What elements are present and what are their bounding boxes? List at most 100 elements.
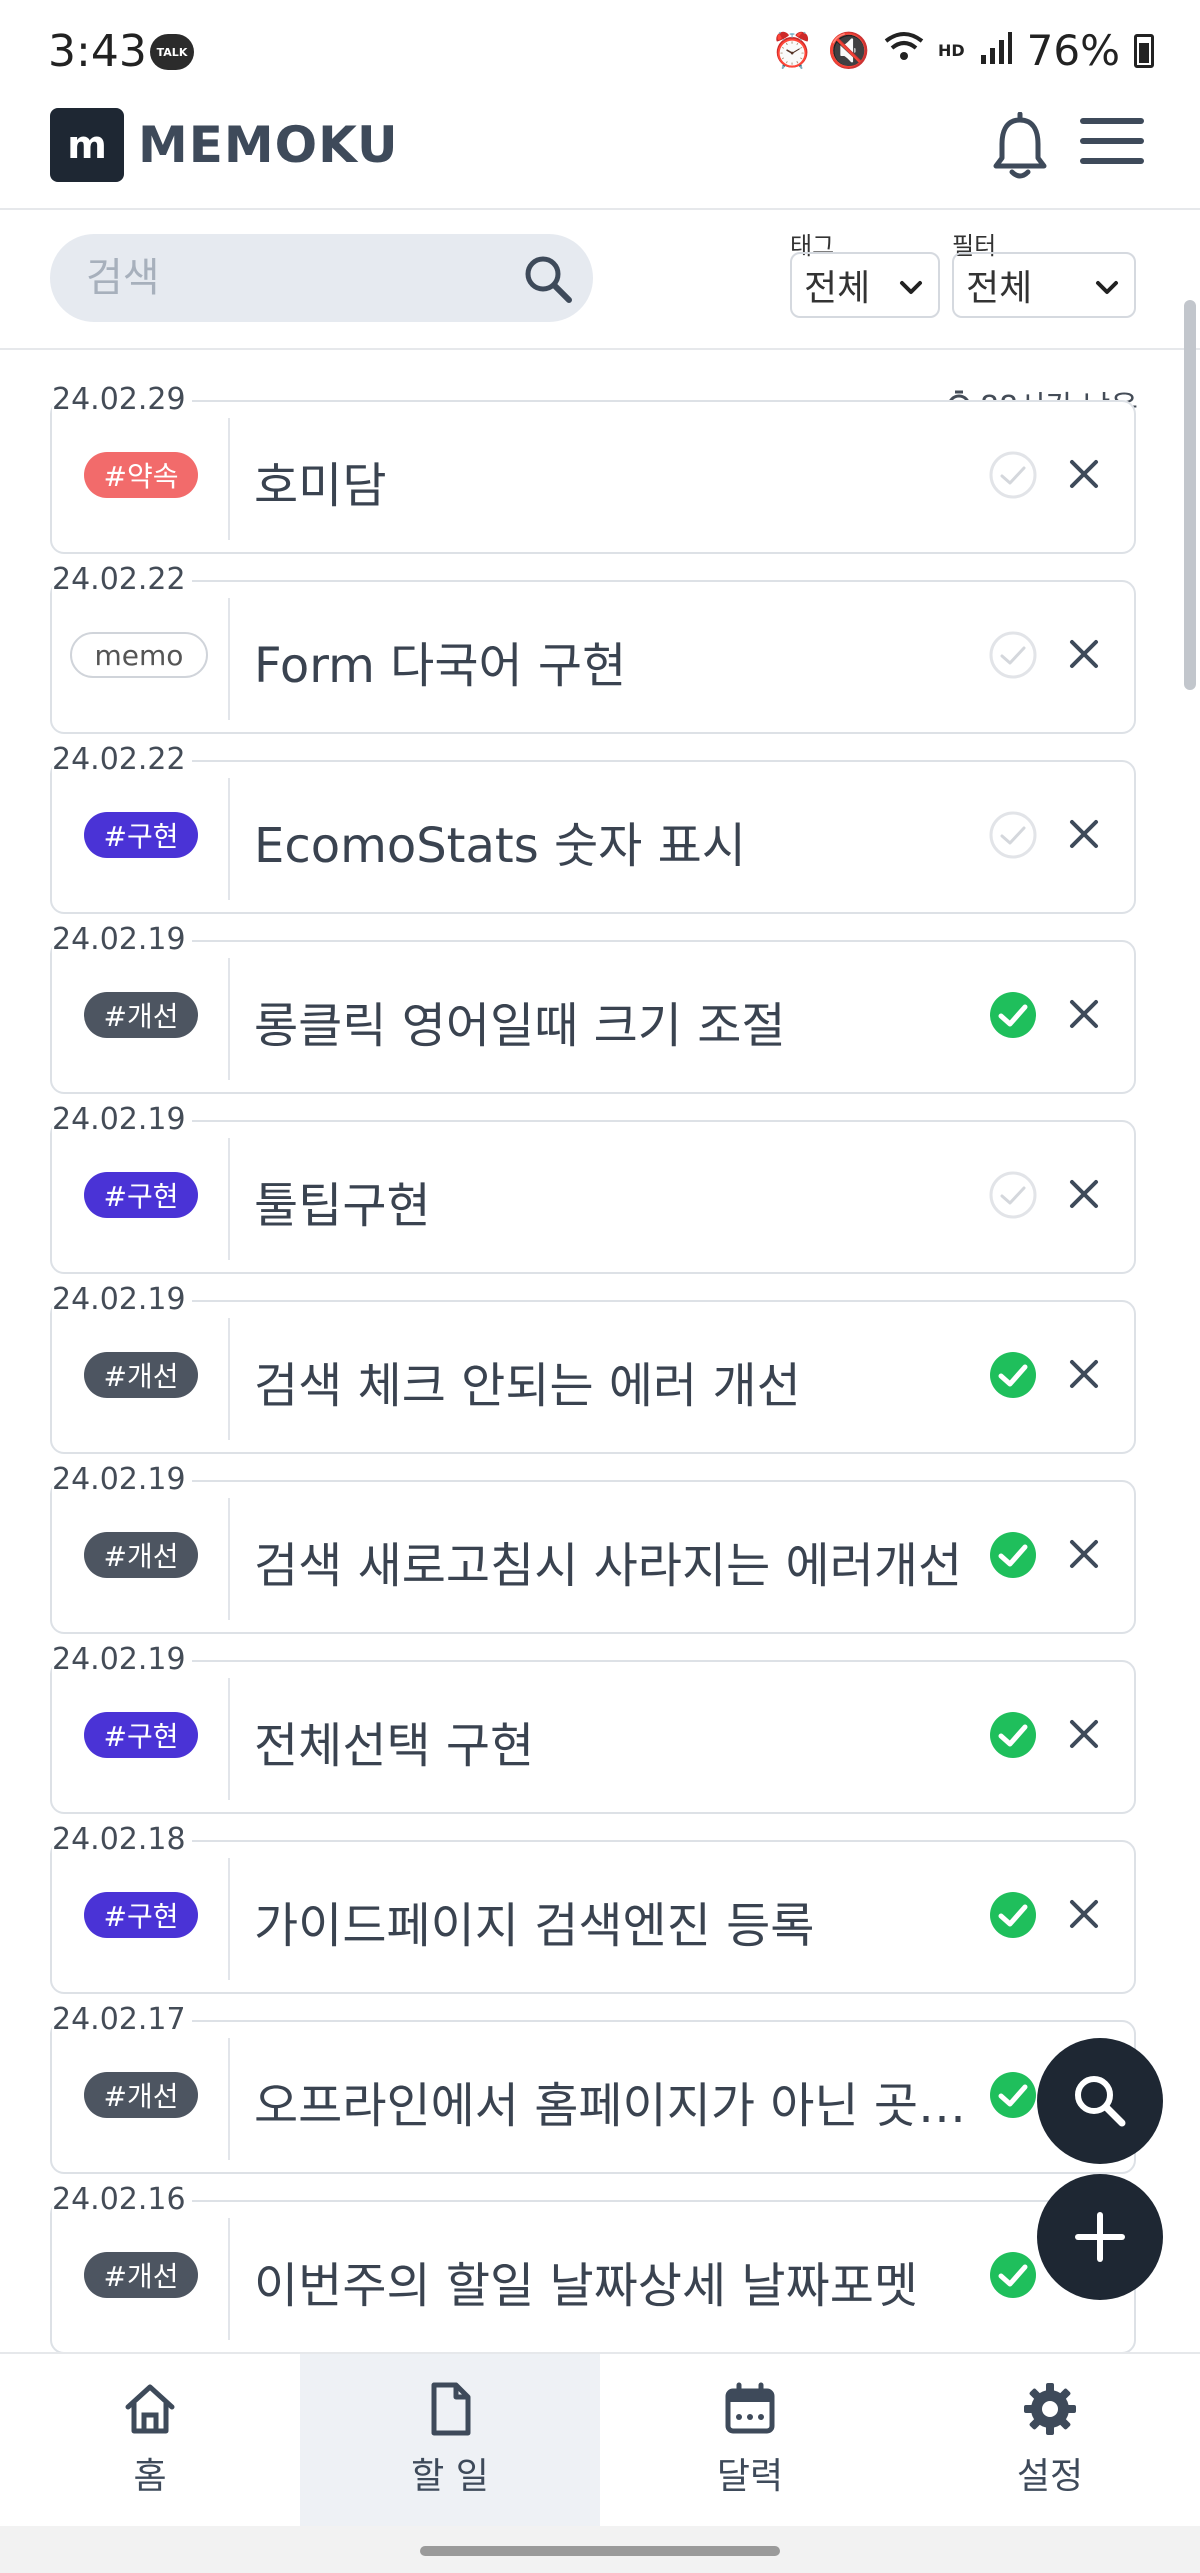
- search-icon[interactable]: [521, 252, 575, 306]
- tag-badge[interactable]: #구현: [84, 1172, 198, 1218]
- search-box[interactable]: [50, 234, 593, 322]
- todo-card[interactable]: #개선 이번주의 할일 날짜상세 날짜포멧: [50, 2200, 1136, 2352]
- home-gesture-bar[interactable]: [420, 2546, 780, 2556]
- todo-item: 24.02.22 memo Form 다국어 구현: [0, 532, 1200, 734]
- close-icon[interactable]: [1064, 814, 1104, 854]
- search-input[interactable]: [86, 250, 506, 306]
- bell-icon[interactable]: [990, 111, 1050, 182]
- checked-circle-icon[interactable]: [986, 1348, 1040, 1402]
- todo-card[interactable]: #개선 검색 체크 안되는 에러 개선: [50, 1300, 1136, 1454]
- close-icon[interactable]: [1064, 634, 1104, 674]
- todo-list: 24.02.2988시간 남음#약속호미담24.02.22memoForm 다국…: [0, 352, 1200, 2352]
- close-icon[interactable]: [1064, 1174, 1104, 1214]
- status-filter-value: 전체: [966, 268, 1033, 309]
- checked-circle-icon[interactable]: [986, 988, 1040, 1042]
- todo-card[interactable]: #구현 가이드페이지 검색엔진 등록: [50, 1840, 1136, 1994]
- unchecked-circle-icon[interactable]: [986, 448, 1040, 502]
- checked-circle-icon[interactable]: [986, 1528, 1040, 1582]
- nav-home[interactable]: 홈: [0, 2354, 300, 2526]
- status-time: 3:43: [48, 26, 147, 77]
- divider: [228, 2038, 230, 2160]
- checked-circle-icon[interactable]: [986, 2248, 1040, 2302]
- divider: [228, 1318, 230, 1440]
- tag-badge[interactable]: memo: [70, 632, 208, 678]
- unchecked-circle-icon[interactable]: [986, 1168, 1040, 1222]
- todo-title[interactable]: 툴팁구현: [254, 1166, 1034, 1236]
- tag-badge[interactable]: #구현: [84, 1712, 198, 1758]
- status-bar: 3:43 TALK ⏰ 🔇 HD 76%: [0, 0, 1200, 100]
- nav-todo[interactable]: 할 일: [300, 2354, 600, 2526]
- checked-circle-icon[interactable]: [986, 1888, 1040, 1942]
- todo-card[interactable]: #약속 호미담: [50, 400, 1136, 554]
- close-icon[interactable]: [1064, 1354, 1104, 1394]
- todo-date: 24.02.22: [52, 742, 192, 777]
- close-icon[interactable]: [1064, 1534, 1104, 1574]
- close-icon[interactable]: [1064, 994, 1104, 1034]
- divider: [228, 418, 230, 540]
- todo-title[interactable]: 호미담: [254, 446, 1034, 516]
- nav-settings-label: 설정: [1016, 2456, 1084, 2497]
- hamburger-menu-icon[interactable]: [1080, 118, 1144, 174]
- todo-card[interactable]: #구현 툴팁구현: [50, 1120, 1136, 1274]
- tag-badge[interactable]: #구현: [84, 812, 198, 858]
- unchecked-circle-icon[interactable]: [986, 628, 1040, 682]
- todo-item: 24.02.19 #개선 검색 새로고침시 사라지는 에러개선: [0, 1432, 1200, 1634]
- todo-card[interactable]: #개선 오프라인에서 홈페이지가 아닌 곳…: [50, 2020, 1136, 2174]
- todo-card[interactable]: memo Form 다국어 구현: [50, 580, 1136, 734]
- checked-circle-icon[interactable]: [986, 2068, 1040, 2122]
- todo-title[interactable]: 가이드페이지 검색엔진 등록: [254, 1886, 1034, 1956]
- close-icon[interactable]: [1064, 454, 1104, 494]
- nav-calendar-label: 달력: [716, 2456, 784, 2497]
- tag-badge[interactable]: #개선: [84, 2072, 198, 2118]
- search-icon: [1075, 2076, 1126, 2127]
- close-icon[interactable]: [1064, 1714, 1104, 1754]
- divider: [228, 1138, 230, 1260]
- todo-date: 24.02.19: [52, 922, 192, 957]
- calendar-icon: [725, 2382, 775, 2434]
- alarm-icon: ⏰: [771, 30, 814, 71]
- todo-item: 24.02.16 #개선 이번주의 할일 날짜상세 날짜포멧: [0, 2152, 1200, 2352]
- todo-card[interactable]: #구현 전체선택 구현: [50, 1660, 1136, 1814]
- nav-calendar[interactable]: 달력: [600, 2354, 900, 2526]
- todo-title[interactable]: 검색 새로고침시 사라지는 에러개선: [254, 1526, 1034, 1596]
- app-header: m MEMOKU: [0, 100, 1200, 210]
- todo-card[interactable]: #구현 EcomoStats 숫자 표시: [50, 760, 1136, 914]
- tag-badge[interactable]: #약속: [84, 452, 198, 498]
- checked-circle-icon[interactable]: [986, 1708, 1040, 1762]
- kakaotalk-icon: TALK: [150, 34, 194, 70]
- todo-title[interactable]: 이번주의 할일 날짜상세 날짜포멧: [254, 2246, 1034, 2316]
- app-name[interactable]: MEMOKU: [138, 116, 399, 174]
- divider: [228, 958, 230, 1080]
- divider: [228, 598, 230, 720]
- bottom-nav: 홈 할 일 달력 설정: [0, 2352, 1200, 2526]
- tag-badge[interactable]: #개선: [84, 1532, 198, 1578]
- todo-card[interactable]: #개선 롱클릭 영어일때 크기 조절: [50, 940, 1136, 1094]
- nav-settings[interactable]: 설정: [900, 2354, 1200, 2526]
- divider: [228, 1858, 230, 1980]
- home-icon: [125, 2384, 175, 2434]
- todo-title[interactable]: 전체선택 구현: [254, 1706, 1034, 1776]
- todo-title[interactable]: 검색 체크 안되는 에러 개선: [254, 1346, 1034, 1416]
- status-filter-select[interactable]: 전체: [952, 252, 1136, 318]
- todo-item: 24.02.19 #개선 검색 체크 안되는 에러 개선: [0, 1252, 1200, 1454]
- chevron-down-icon: [900, 281, 922, 294]
- app-logo[interactable]: m: [50, 108, 124, 182]
- close-icon[interactable]: [1064, 1894, 1104, 1934]
- todo-title[interactable]: EcomoStats 숫자 표시: [254, 806, 1034, 876]
- todo-title[interactable]: 롱클릭 영어일때 크기 조절: [254, 986, 1034, 1056]
- todo-title[interactable]: 오프라인에서 홈페이지가 아닌 곳…: [254, 2066, 1034, 2136]
- scrollbar[interactable]: [1184, 300, 1196, 690]
- tag-badge[interactable]: #개선: [84, 1352, 198, 1398]
- tag-badge[interactable]: #개선: [84, 2252, 198, 2298]
- tag-badge[interactable]: #구현: [84, 1892, 198, 1938]
- search-fab[interactable]: [1037, 2038, 1163, 2164]
- tag-filter-select[interactable]: 전체: [790, 252, 940, 318]
- todo-card[interactable]: #개선 검색 새로고침시 사라지는 에러개선: [50, 1480, 1136, 1634]
- todo-item: 24.02.18 #구현 가이드페이지 검색엔진 등록: [0, 1792, 1200, 1994]
- divider: [228, 2218, 230, 2340]
- nav-home-label: 홈: [133, 2456, 167, 2497]
- todo-title[interactable]: Form 다국어 구현: [254, 626, 1034, 696]
- tag-badge[interactable]: #개선: [84, 992, 198, 1038]
- unchecked-circle-icon[interactable]: [986, 808, 1040, 862]
- add-todo-fab[interactable]: [1037, 2174, 1163, 2300]
